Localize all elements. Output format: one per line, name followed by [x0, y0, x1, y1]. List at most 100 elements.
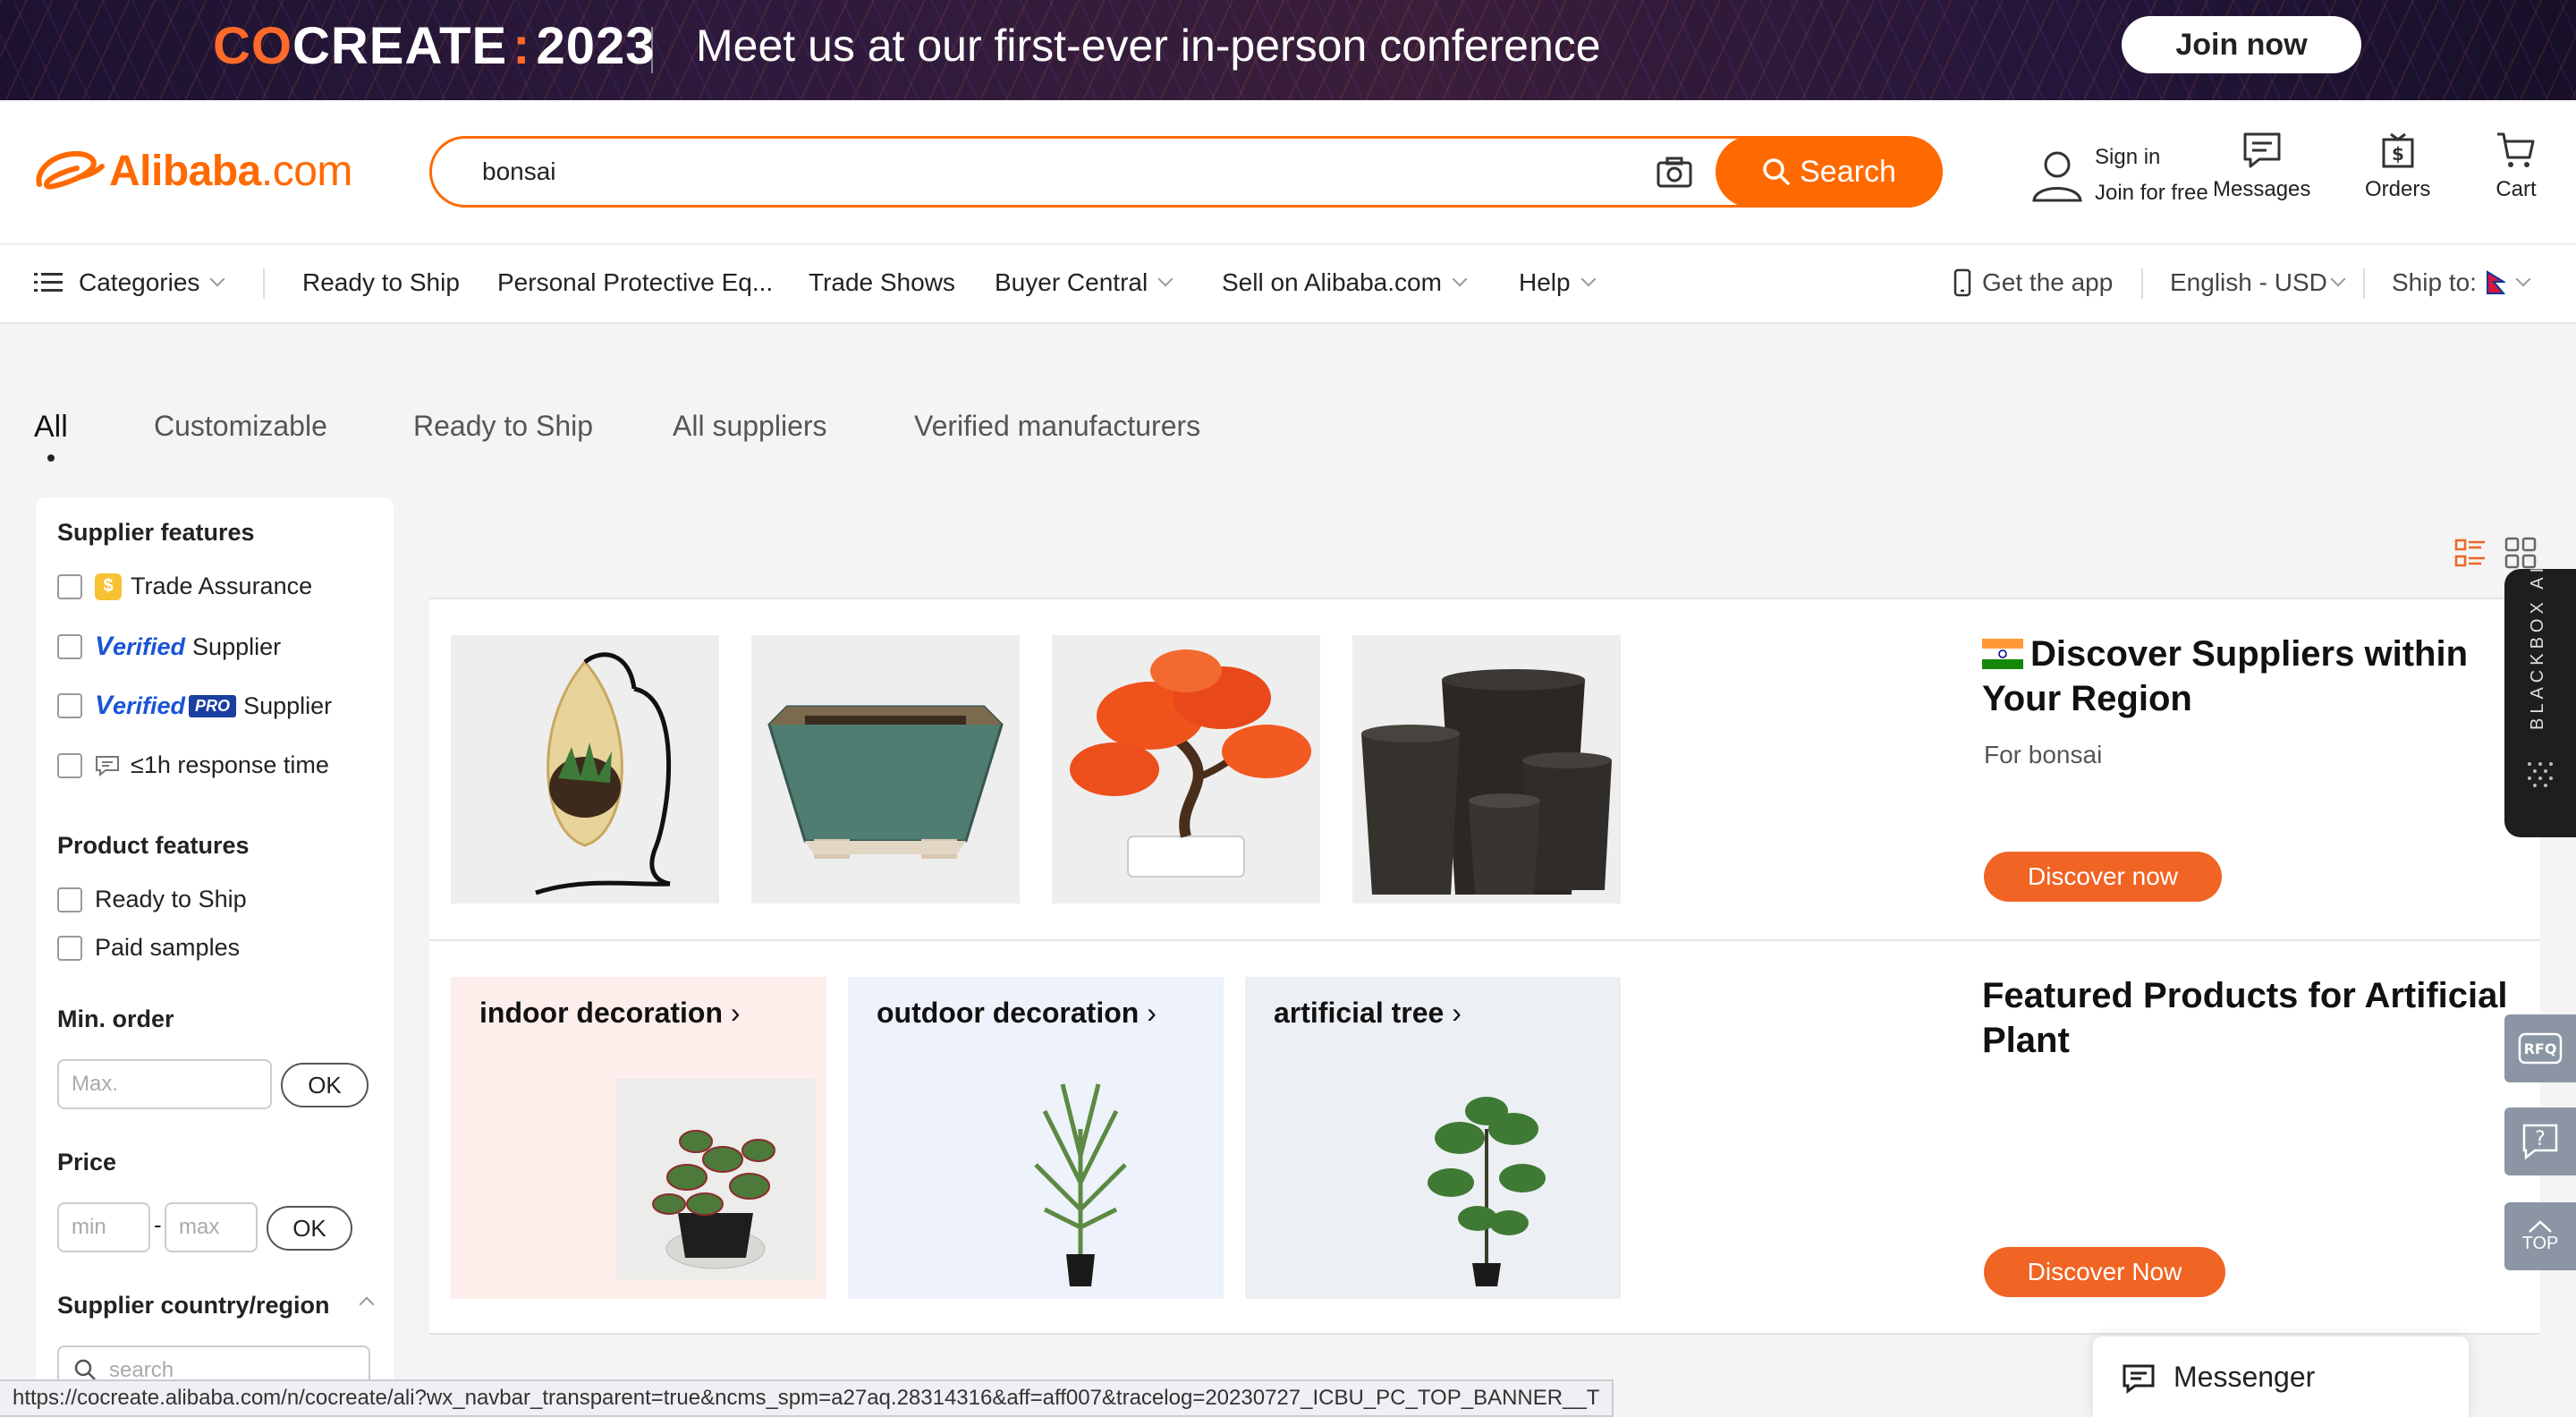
checkbox[interactable] — [57, 887, 82, 912]
product-image-bonsai-tree[interactable] — [1052, 635, 1320, 904]
tab-all-suppliers[interactable]: All suppliers — [673, 410, 827, 443]
checkbox[interactable] — [57, 573, 82, 599]
messenger-widget[interactable]: Messenger — [2093, 1336, 2469, 1417]
discover-now-featured-button[interactable]: Discover Now — [1984, 1247, 2225, 1297]
discover-now-button[interactable]: Discover now — [1984, 852, 2222, 902]
chevron-up-icon[interactable] — [359, 1296, 375, 1312]
search-button-label: Search — [1800, 154, 1896, 189]
rfq-icon: RFQ — [2518, 1032, 2563, 1065]
filter-paid-samples[interactable]: Paid samples — [57, 934, 240, 962]
tab-all[interactable]: All — [34, 410, 68, 445]
min-order-ok-button[interactable]: OK — [281, 1063, 369, 1107]
svg-text:RFQ: RFQ — [2524, 1040, 2557, 1057]
conference-banner[interactable]: COCREATE:2023 Meet us at our first-ever … — [0, 0, 2576, 100]
banner-divider — [651, 27, 653, 73]
hanging-planter-image — [535, 652, 671, 895]
country-region-heading: Supplier country/region — [57, 1292, 330, 1319]
price-min-input[interactable]: min — [57, 1202, 150, 1252]
user-icon — [2032, 151, 2082, 202]
nav-divider — [263, 268, 265, 299]
tab-verified-manufacturers[interactable]: Verified manufacturers — [914, 410, 1200, 443]
nav-personal-protective[interactable]: Personal Protective Eq... — [497, 268, 773, 297]
orders-button[interactable]: $ Orders — [2365, 131, 2430, 202]
nav-buyer-central[interactable]: Buyer Central — [995, 268, 1174, 297]
dots-icon — [2528, 762, 2553, 787]
chevron-down-icon — [2515, 271, 2531, 287]
verified-badge: Verified — [95, 632, 186, 661]
cart-button[interactable]: Cart — [2496, 131, 2537, 202]
nav-help[interactable]: Help — [1519, 268, 1597, 297]
checkbox[interactable] — [57, 752, 82, 778]
price-ok-button[interactable]: OK — [267, 1206, 352, 1251]
rfq-button[interactable]: RFQ — [2504, 1014, 2576, 1082]
chevron-up-icon — [2529, 1219, 2552, 1233]
checkbox[interactable] — [57, 935, 82, 961]
checkbox[interactable] — [57, 693, 82, 718]
list-view-icon[interactable] — [2454, 537, 2487, 569]
category-card-artificial-tree[interactable]: artificial tree › — [1245, 977, 1621, 1299]
filter-response-time[interactable]: ≤1h response time — [57, 751, 329, 779]
product-image-ceramic-pot[interactable] — [751, 635, 1020, 904]
min-order-input[interactable]: Max. — [57, 1059, 272, 1109]
tab-ready-to-ship[interactable]: Ready to Ship — [413, 410, 593, 443]
svg-text:$: $ — [2392, 143, 2404, 165]
top-label: TOP — [2521, 1233, 2559, 1253]
filter-trade-assurance[interactable]: $ Trade Assurance — [57, 573, 312, 600]
nav-categories[interactable]: Categories — [34, 268, 225, 297]
sign-in-link[interactable]: Sign in — [2095, 140, 2208, 175]
messenger-label: Messenger — [2174, 1360, 2316, 1393]
banner-text: Meet us at our first-ever in-person conf… — [696, 21, 1601, 71]
search-input[interactable] — [482, 149, 1582, 194]
filter-verified-pro-supplier[interactable]: Verified PRO Supplier — [57, 691, 332, 721]
filter-ready-to-ship[interactable]: Ready to Ship — [57, 886, 247, 913]
search-icon — [1763, 158, 1790, 185]
language-currency-selector[interactable]: English - USD — [2170, 268, 2346, 297]
category-card-indoor[interactable]: indoor decoration › — [451, 977, 826, 1299]
supplier-features-heading: Supplier features — [57, 519, 255, 546]
account-menu[interactable]: Sign in Join for free — [2029, 140, 2208, 211]
category-label: artificial tree › — [1274, 997, 1462, 1029]
product-image-planter-pots[interactable] — [1352, 635, 1621, 904]
help-feedback-button[interactable]: ? — [2504, 1107, 2576, 1175]
blackbox-ai-widget[interactable]: BLACKBOX AI — [2504, 564, 2576, 837]
indoor-plant-image — [615, 1079, 816, 1279]
category-card-outdoor[interactable]: outdoor decoration › — [848, 977, 1224, 1299]
regional-suppliers-title-text: Discover Suppliers within Your Region — [1982, 634, 2469, 718]
join-free-link[interactable]: Join for free — [2095, 175, 2208, 211]
regional-suppliers-title: Discover Suppliers within Your Region — [1982, 632, 2483, 721]
nav-sell-on-alibaba[interactable]: Sell on Alibaba.com — [1222, 268, 1468, 297]
price-max-input[interactable]: max — [165, 1202, 258, 1252]
price-range-dash: - — [154, 1211, 162, 1238]
nav-ready-to-ship[interactable]: Ready to Ship — [302, 268, 460, 297]
messages-label: Messages — [2213, 177, 2311, 201]
feedback-icon: ? — [2522, 1124, 2558, 1160]
message-icon — [2243, 132, 2281, 168]
checkbox[interactable] — [57, 634, 82, 659]
camera-icon[interactable] — [1656, 155, 1693, 191]
nav-trade-shows[interactable]: Trade Shows — [809, 268, 955, 297]
verified-pro-supplier-label: Supplier — [243, 692, 333, 719]
search-button[interactable]: Search — [1716, 136, 1943, 208]
blackbox-ai-label: BLACKBOX AI — [2528, 563, 2547, 730]
nav-divider — [2363, 268, 2365, 299]
tab-customizable[interactable]: Customizable — [154, 410, 327, 443]
alibaba-logo[interactable]: Alibaba.com — [34, 145, 352, 197]
chevron-down-icon — [1580, 271, 1597, 287]
nav-categories-label: Categories — [79, 268, 200, 296]
ship-to-selector[interactable]: Ship to: — [2392, 268, 2531, 297]
indoor-plant-drawing — [652, 1130, 775, 1269]
india-flag-icon — [1982, 639, 2023, 669]
back-to-top-button[interactable]: TOP — [2504, 1202, 2576, 1270]
filter-verified-supplier[interactable]: Verified Supplier — [57, 632, 281, 662]
site-header: Alibaba.com Search Sign in Join for free… — [0, 100, 2576, 243]
language-label: English - USD — [2170, 268, 2327, 296]
product-image-hanging-planter[interactable] — [451, 635, 719, 904]
join-now-button[interactable]: Join now — [2122, 16, 2361, 73]
filter-sidebar: Supplier features $ Trade Assurance Veri… — [36, 497, 394, 1417]
verified-supplier-label: Supplier — [192, 632, 282, 660]
get-the-app[interactable]: Get the app — [1953, 268, 2113, 297]
bonsai-tree-image — [1070, 649, 1311, 878]
messages-button[interactable]: Messages — [2213, 131, 2310, 202]
svg-text:?: ? — [2535, 1128, 2546, 1150]
banner-brand: COCREATE:2023 — [213, 17, 656, 75]
